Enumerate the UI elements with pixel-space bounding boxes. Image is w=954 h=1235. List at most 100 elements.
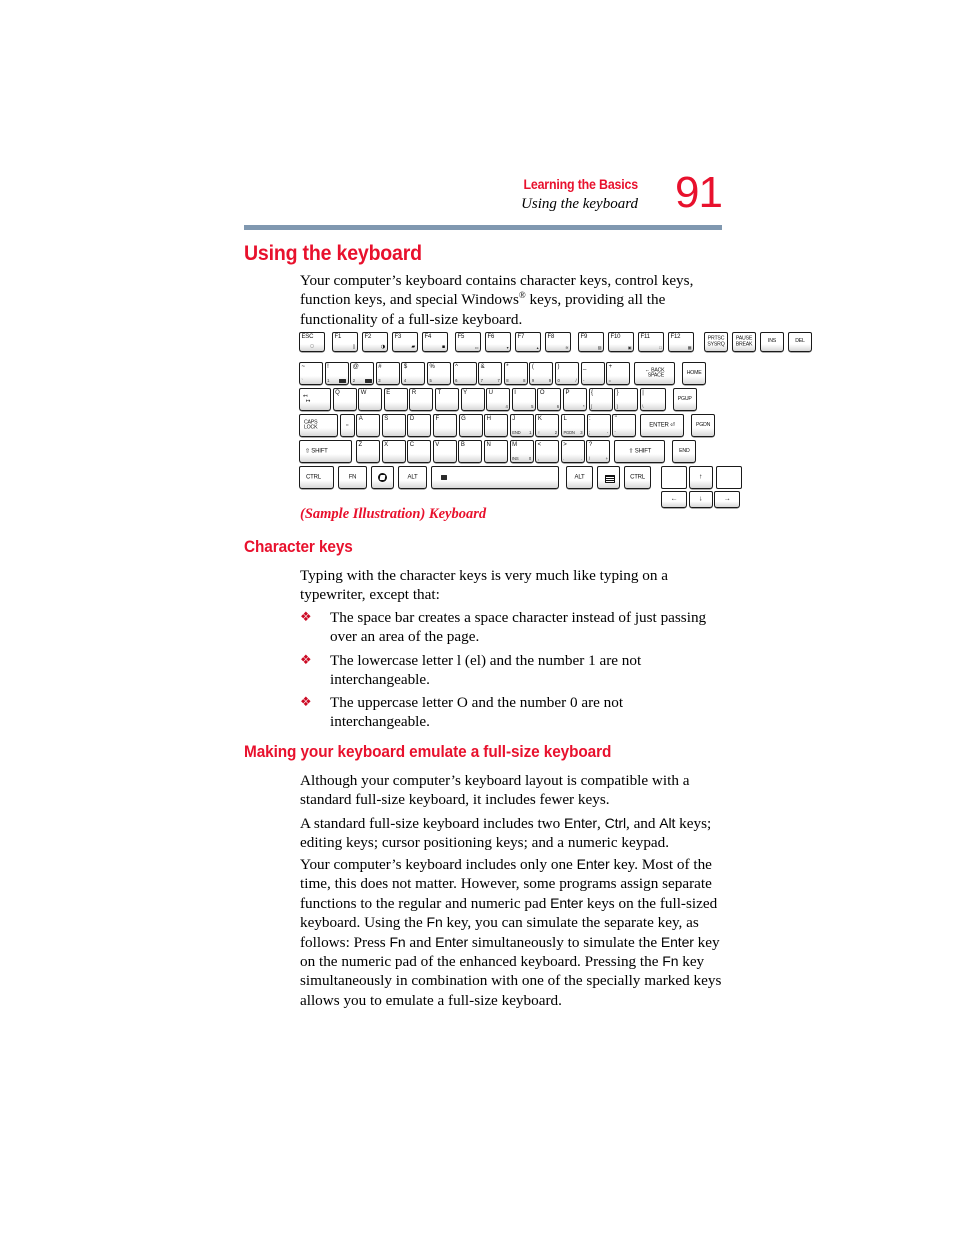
key-tab[interactable]: ↤ ↦	[299, 388, 331, 411]
key-i[interactable]: I5	[511, 388, 536, 411]
key-quote[interactable]: " '	[612, 414, 637, 437]
key-ctrl-right[interactable]: CTRL	[624, 466, 651, 489]
key-equals[interactable]: + =	[606, 362, 631, 385]
key-pause-break[interactable]: PAUSE BREAK	[732, 332, 756, 352]
bullet-diamond-icon: ❖	[300, 695, 312, 710]
key-f10[interactable]: F10 ▣	[608, 332, 634, 352]
key-tilde[interactable]: ~ `	[299, 362, 323, 385]
key-delete[interactable]: DEL	[788, 332, 812, 352]
key-minus[interactable]: _ -	[580, 362, 605, 385]
keyboard-row-function: ESC ◻ F1 ▯ F2 ◑ F3 ▰ F4 ▪ F5 ▭ F6 ▾ F7 ▴ F8 ≋ F9 ▨…	[299, 332, 814, 352]
key-insert[interactable]: INS	[760, 332, 784, 352]
key-backslash[interactable]: | \	[639, 388, 666, 411]
key-7[interactable]: & 7 7	[478, 362, 503, 385]
key-alt-right[interactable]: ALT	[566, 466, 593, 489]
keyboard-row-shift: ⇧ SHIFT Z X C V B N M INS 0 <, >.. ? / + ⇧ S…	[299, 440, 698, 463]
key-arrow-up[interactable]: ↑	[688, 466, 713, 489]
key-pagedown[interactable]: PGDN	[691, 414, 716, 437]
key-h[interactable]: H	[484, 414, 509, 437]
key-capslock[interactable]: CAPS LOCK	[299, 414, 338, 437]
key-f[interactable]: F	[432, 414, 457, 437]
key-bracket-right[interactable]: }]	[614, 388, 639, 411]
key-home[interactable]: HOME	[682, 362, 707, 385]
key-2[interactable]: @2	[350, 362, 375, 385]
key-menu[interactable]	[597, 466, 620, 489]
emulate-p3-text-a: Your computer’s keyboard includes only o…	[300, 856, 577, 873]
key-f1[interactable]: F1 ▯	[332, 332, 358, 352]
key-e[interactable]: E	[383, 388, 408, 411]
key-0[interactable]: ) 0/	[554, 362, 579, 385]
key-f6[interactable]: F6 ▾	[485, 332, 511, 352]
key-ctrl-left[interactable]: CTRL	[299, 466, 334, 489]
key-9[interactable]: (9 9	[529, 362, 554, 385]
intro-paragraph: Your computer’s keyboard contains charac…	[300, 271, 724, 329]
keyboard-illustration: ESC ◻ F1 ▯ F2 ◑ F3 ▰ F4 ▪ F5 ▭ F6 ▾ F7 ▴ F8 ≋ F9 ▨…	[299, 332, 812, 508]
header-chapter-title: Learning the Basics	[523, 177, 638, 192]
key-bracket-left[interactable]: {[	[588, 388, 613, 411]
key-capslock-indicator: ○	[339, 414, 355, 437]
character-keys-intro-paragraph: Typing with the character keys is very m…	[300, 567, 668, 604]
key-f7[interactable]: F7 ▴	[515, 332, 541, 352]
key-comma[interactable]: <,	[535, 440, 560, 463]
key-arrow-right[interactable]: →	[714, 491, 741, 508]
key-u[interactable]: U4	[486, 388, 511, 411]
key-x[interactable]: X	[381, 440, 406, 463]
key-d[interactable]: D	[407, 414, 432, 437]
key-windows[interactable]	[371, 466, 394, 489]
key-semicolon[interactable]: :; -	[586, 414, 611, 437]
key-j[interactable]: J END 1	[509, 414, 534, 437]
key-enter[interactable]: ENTER ⏎	[640, 414, 685, 437]
key-4[interactable]: $4	[401, 362, 426, 385]
key-5[interactable]: % 5	[426, 362, 451, 385]
key-period[interactable]: >..	[560, 440, 585, 463]
key-w[interactable]: W	[358, 388, 383, 411]
key-end[interactable]: END	[672, 440, 697, 463]
key-alt-left[interactable]: ALT	[398, 466, 427, 489]
key-g[interactable]: G	[458, 414, 483, 437]
key-1[interactable]: ! 1	[324, 362, 349, 385]
key-b[interactable]: B	[458, 440, 483, 463]
key-p[interactable]: P *	[562, 388, 587, 411]
key-f4[interactable]: F4 ▪	[422, 332, 448, 352]
key-c[interactable]: C	[407, 440, 432, 463]
key-shift-left[interactable]: ⇧ SHIFT	[299, 440, 352, 463]
key-f8[interactable]: F8 ≋	[545, 332, 571, 352]
key-y[interactable]: Y	[460, 388, 485, 411]
key-shift-right[interactable]: ⇧ SHIFT	[614, 440, 666, 463]
key-fn[interactable]: FN	[338, 466, 367, 489]
key-f12[interactable]: F12 ▩	[668, 332, 694, 352]
key-r[interactable]: R	[409, 388, 434, 411]
key-t[interactable]: T	[434, 388, 459, 411]
key-o[interactable]: O6	[537, 388, 562, 411]
key-f2[interactable]: F2 ◑	[362, 332, 388, 352]
key-6[interactable]: ^ 6	[452, 362, 477, 385]
page-number: 91	[675, 168, 723, 217]
key-f9[interactable]: F9 ▨	[578, 332, 604, 352]
key-f5[interactable]: F5 ▭	[455, 332, 481, 352]
key-8[interactable]: * 8 8	[503, 362, 528, 385]
key-pageup[interactable]: PGUP	[672, 388, 697, 411]
key-f11[interactable]: F11 □	[638, 332, 664, 352]
key-n[interactable]: N	[483, 440, 508, 463]
key-f3[interactable]: F3 ▰	[392, 332, 418, 352]
emulate-p2-text-b: ,	[597, 815, 605, 832]
key-blank-right	[715, 466, 742, 489]
key-m[interactable]: M INS 0	[509, 440, 534, 463]
key-esc[interactable]: ESC ◻	[299, 332, 325, 352]
key-s[interactable]: S	[381, 414, 406, 437]
key-k[interactable]: K ↑ 2	[535, 414, 560, 437]
key-q[interactable]: Q	[332, 388, 357, 411]
list-item-text: The lowercase letter l (el) and the numb…	[330, 652, 642, 689]
key-slash[interactable]: ? / +	[586, 440, 611, 463]
key-3[interactable]: #3	[375, 362, 400, 385]
key-arrow-down[interactable]: ↓	[688, 491, 713, 508]
key-spacebar[interactable]	[431, 466, 559, 489]
key-v[interactable]: V	[432, 440, 457, 463]
key-z[interactable]: Z	[356, 440, 380, 463]
key-a[interactable]: A	[356, 414, 381, 437]
key-backspace[interactable]: ← BACK SPACE	[634, 362, 676, 385]
key-l[interactable]: L PGDN 3	[560, 414, 585, 437]
key-printscreen[interactable]: PRTSC SYSRQ	[704, 332, 728, 352]
keyboard-row-numbers: ~ ` ! 1 @2 #3 $4 % 5 ^ 6 & 7 7 * 8 8 (9 9 ) 0/ _ - …	[299, 362, 708, 385]
key-arrow-left[interactable]: ←	[661, 491, 687, 508]
